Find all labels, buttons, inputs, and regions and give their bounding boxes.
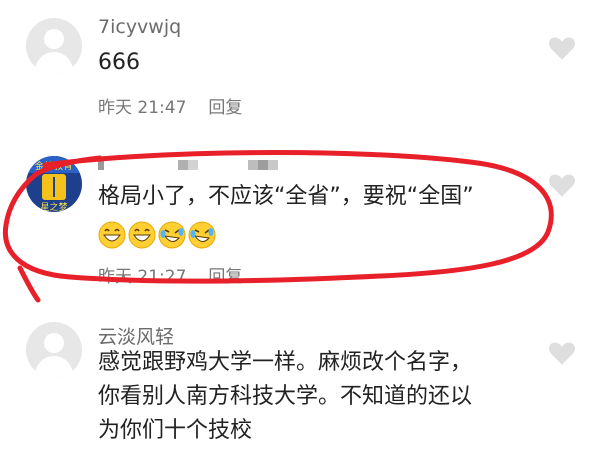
like-button[interactable]	[548, 35, 576, 61]
grin-emoji	[98, 221, 126, 249]
comment-time: 昨天 21:27	[98, 267, 187, 287]
laugh-cry-emoji	[158, 221, 186, 249]
reply-button[interactable]: 回复	[208, 267, 242, 287]
comment-author[interactable]: 7icyvwjq	[98, 16, 181, 38]
comment-meta: 昨天 21:27 回复	[98, 262, 242, 287]
heart-outline-icon	[549, 37, 575, 60]
comment-author-blurred	[98, 160, 288, 170]
laugh-cry-emoji	[188, 221, 216, 249]
user-avatar[interactable]	[26, 18, 82, 74]
like-button[interactable]	[548, 172, 576, 198]
comment-text: 666	[98, 50, 140, 75]
comment-emojis	[98, 218, 218, 251]
comment-text: 格局小了，不应该“全省”，要祝“全国”	[98, 184, 474, 209]
user-avatar[interactable]	[26, 322, 82, 378]
comment-item-2: 金榜教育 星之梦 格局小了，不应该“全省”，要祝“全国” 昨天 21:27 回复	[0, 140, 600, 290]
comment-meta: 昨天 21:47 回复	[98, 93, 242, 118]
comment-text-line-2: 你看别人南方科技大学。不知道的还以	[98, 384, 473, 409]
comment-author[interactable]: 云淡风轻	[98, 322, 174, 349]
heart-outline-icon	[549, 342, 575, 365]
comment-text-line-3: 为你们十个技校	[98, 418, 253, 443]
reply-button[interactable]: 回复	[208, 98, 242, 118]
comment-item-3: 云淡风轻 感觉跟野鸡大学一样。麻烦改个名字， 你看别人南方科技大学。不知道的还以…	[0, 310, 600, 462]
heart-outline-icon	[549, 174, 575, 197]
grin-emoji	[128, 221, 156, 249]
school-logo-avatar[interactable]: 金榜教育 星之梦	[26, 156, 82, 212]
comment-time: 昨天 21:47	[98, 98, 187, 118]
like-button[interactable]	[548, 340, 576, 366]
comment-text-line-1: 感觉跟野鸡大学一样。麻烦改个名字，	[98, 350, 473, 375]
comment-item-1: 7icyvwjq 666 昨天 21:47 回复	[0, 0, 600, 120]
